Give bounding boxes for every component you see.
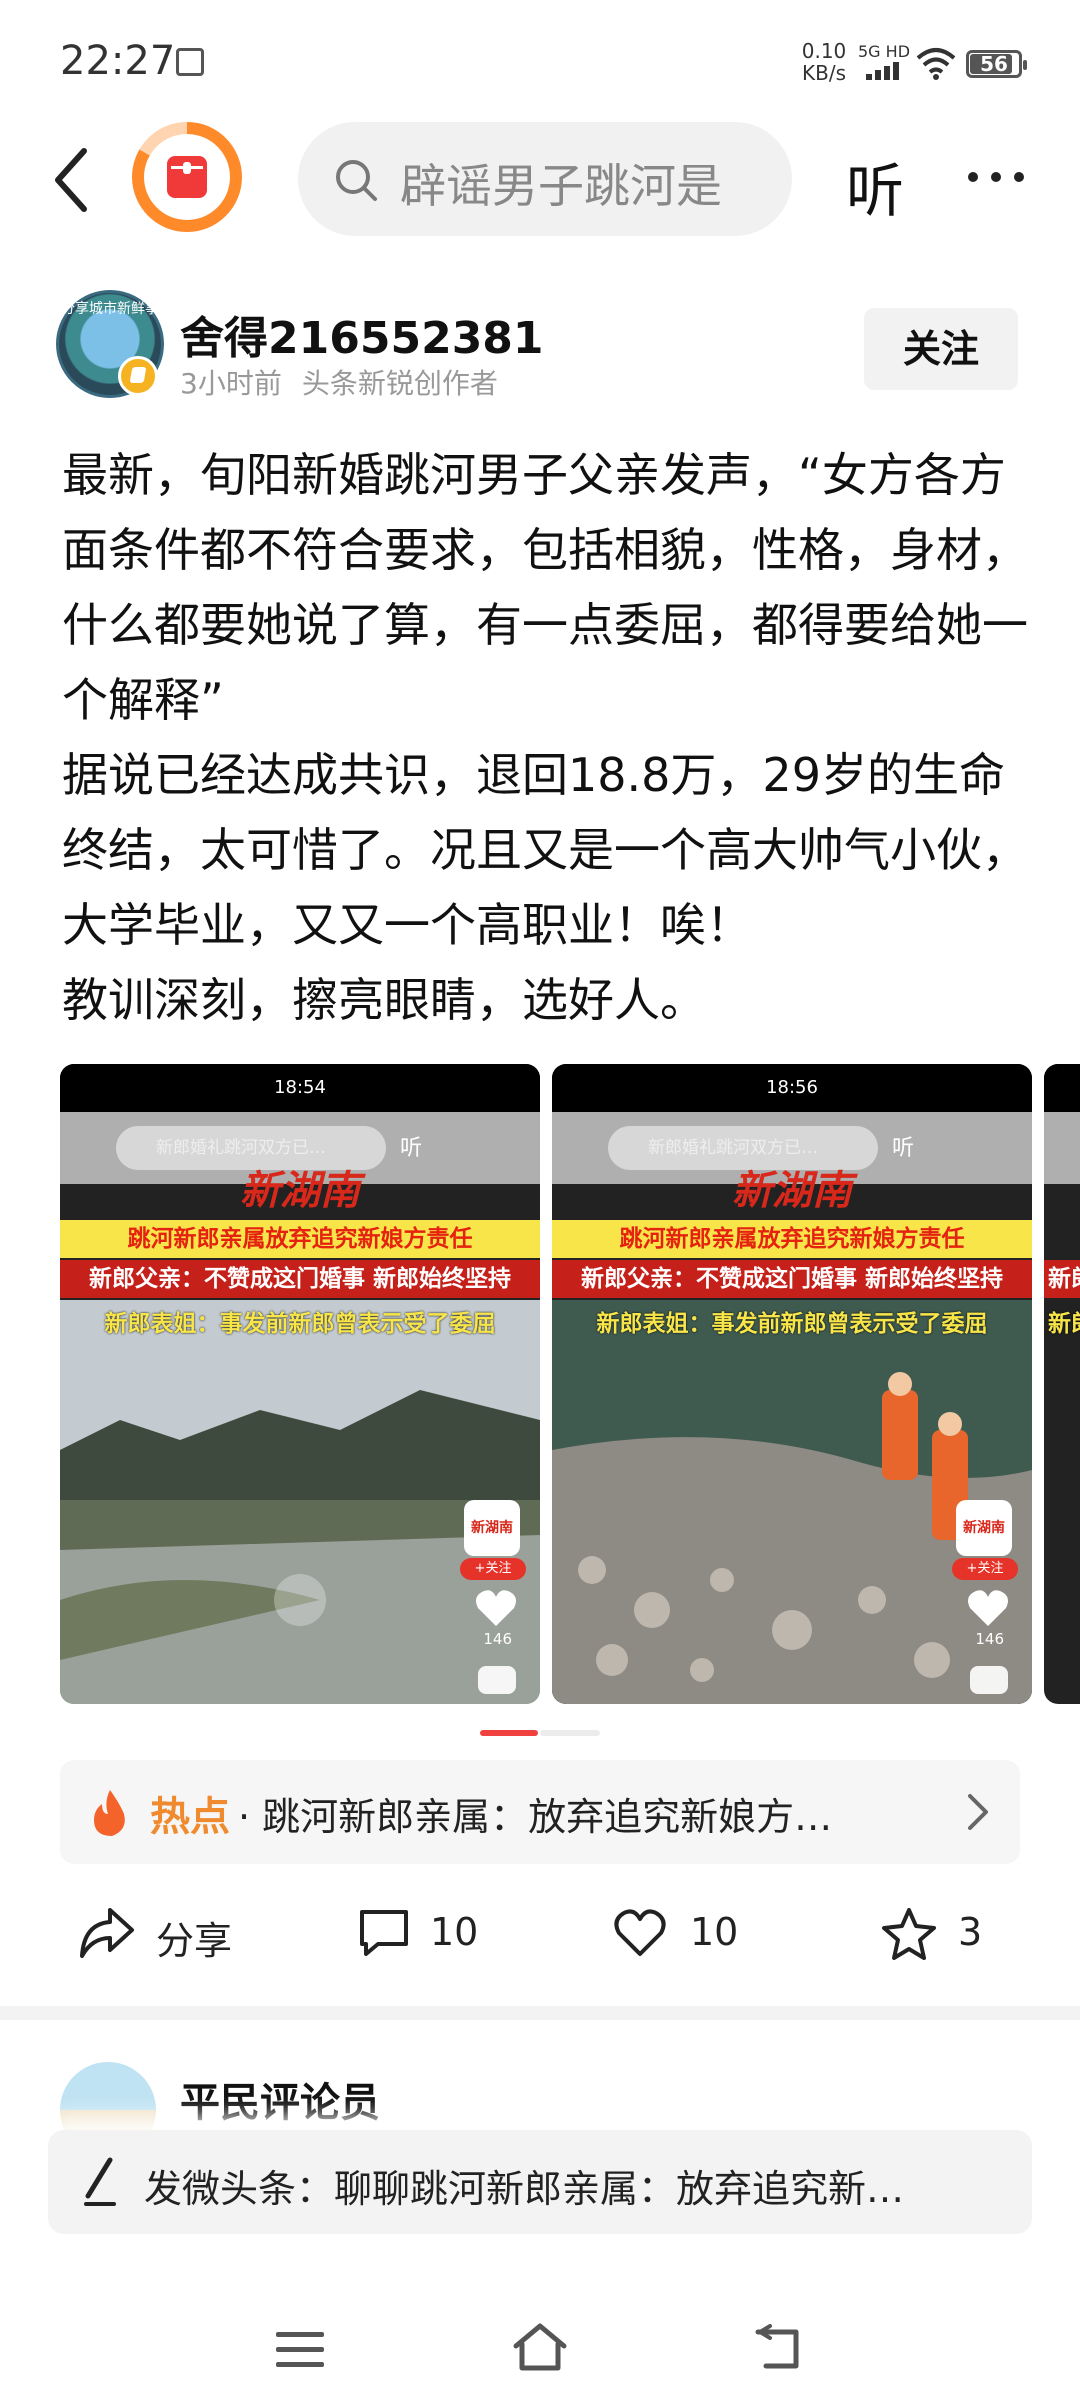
sim-icon bbox=[176, 48, 204, 76]
mini-follow: +关注 bbox=[460, 1558, 526, 1580]
comment-icon bbox=[478, 1666, 516, 1694]
network-speed-unit: KB/s bbox=[802, 61, 846, 85]
like-count: 10 bbox=[690, 1910, 739, 1954]
like-button[interactable]: 10 bbox=[612, 1900, 752, 1970]
network-speed-value: 0.10 bbox=[801, 39, 847, 63]
brand-logo: 新湖南 bbox=[464, 1500, 520, 1556]
verified-badge-icon bbox=[118, 356, 158, 396]
listen-button[interactable]: 听 bbox=[846, 144, 904, 228]
article-body: 最新，旬阳新婚跳河男子父亲发声，“女方各方面条件都不符合要求，包括相貌，性格，身… bbox=[62, 438, 1032, 1038]
red-bag-icon bbox=[167, 156, 207, 198]
heart-icon bbox=[476, 1590, 516, 1626]
share-icon bbox=[80, 1908, 134, 1958]
action-bar: 分享 10 10 3 bbox=[0, 1880, 1080, 1990]
back-arrow-icon[interactable] bbox=[48, 145, 98, 215]
caption-line-1: 跳河新郎亲属放弃追究新娘方责任 bbox=[552, 1220, 1032, 1258]
comment-icon bbox=[360, 1910, 408, 1956]
hot-topic-bar[interactable]: 热点 · 跳河新郎亲属：放弃追究新娘方… bbox=[60, 1760, 1020, 1864]
pager-dot bbox=[540, 1730, 600, 1736]
pen-icon bbox=[84, 2157, 116, 2206]
video-time: 18:54 bbox=[60, 1064, 540, 1112]
article-paragraph: 最新，旬阳新婚跳河男子父亲发声，“女方各方面条件都不符合要求，包括相貌，性格，身… bbox=[62, 448, 1028, 727]
share-label: 分享 bbox=[156, 1919, 233, 1963]
battery-icon: 56 bbox=[966, 50, 1027, 78]
article-paragraph: 教训深刻，擦亮眼睛，选好人。 bbox=[62, 973, 706, 1027]
next-author-name[interactable]: 平民评论员 bbox=[180, 2070, 380, 2128]
search-bar[interactable]: 辟谣男子跳河是 bbox=[298, 122, 792, 236]
caption-line-3: 新郎表姐：事发前新郎曾表示受了委屈 bbox=[104, 1311, 496, 1337]
gallery-image[interactable]: 18:56 新郎婚礼跳河双方已… 听 新湖南 跳河新郎亲属放弃追究新娘方责任 新… bbox=[552, 1064, 1032, 1704]
status-bar: 22:27 0.10 KB/s 5G HD 56 bbox=[0, 0, 1080, 120]
heart-icon bbox=[968, 1590, 1008, 1626]
caption-line-2: 新郎 bbox=[1044, 1260, 1080, 1298]
chevron-right-icon[interactable] bbox=[964, 1792, 992, 1832]
gallery-pager bbox=[480, 1730, 600, 1736]
star-icon bbox=[882, 1908, 936, 1960]
caption-line-3: 新郎 bbox=[1048, 1311, 1080, 1337]
network-speed: 0.10 KB/s bbox=[794, 40, 854, 84]
author-role: 头条新锐创作者 bbox=[301, 367, 498, 400]
image-gallery[interactable]: 18:54 新郎婚礼跳河双方已… 听 新湖南 跳河新郎亲属放弃追究新娘方责任 新… bbox=[60, 1064, 1080, 1704]
system-nav-bar bbox=[0, 2300, 1080, 2408]
menu-icon[interactable] bbox=[276, 2330, 324, 2370]
caption-line-2: 新郎父亲：不赞成这门婚事 新郎始终坚持 bbox=[552, 1260, 1032, 1298]
follow-button[interactable]: 关注 bbox=[864, 308, 1018, 390]
app-logo[interactable] bbox=[132, 122, 242, 232]
brand-logo: 新湖南 bbox=[956, 1500, 1012, 1556]
fire-icon bbox=[94, 1790, 125, 1836]
compose-bar[interactable]: 发微头条：聊聊跳河新郎亲属：放弃追究新… bbox=[48, 2130, 1032, 2234]
search-icon bbox=[336, 160, 377, 201]
more-icon[interactable] bbox=[968, 172, 1024, 184]
author-meta: 3小时前 头条新锐创作者 bbox=[180, 362, 498, 402]
heart-icon bbox=[614, 1909, 666, 1956]
mini-follow: +关注 bbox=[952, 1558, 1018, 1580]
battery-level: 56 bbox=[980, 52, 1008, 76]
video-header bbox=[1044, 1112, 1080, 1184]
favorite-button[interactable]: 3 bbox=[880, 1900, 1010, 1970]
gallery-image[interactable]: 18:54 新郎婚礼跳河双方已… 听 新湖南 跳河新郎亲属放弃追究新娘方责任 新… bbox=[60, 1064, 540, 1704]
video-topbar bbox=[1044, 1064, 1080, 1112]
hot-topic-text[interactable]: · 跳河新郎亲属：放弃追究新娘方… bbox=[238, 1786, 948, 1841]
home-icon[interactable] bbox=[510, 2322, 570, 2374]
wifi-icon bbox=[916, 48, 956, 80]
like-count: 146 bbox=[975, 1630, 1004, 1648]
section-divider bbox=[0, 2006, 1080, 2020]
brand-title: 新湖南 bbox=[732, 1168, 852, 1214]
video-time: 18:56 bbox=[552, 1064, 1032, 1112]
back-icon[interactable] bbox=[752, 2324, 804, 2372]
caption-line-1: 跳河新郎亲属放弃追究新娘方责任 bbox=[60, 1220, 540, 1258]
caption-line-2: 新郎父亲：不赞成这门婚事 新郎始终坚持 bbox=[60, 1260, 540, 1298]
share-button[interactable]: 分享 bbox=[78, 1900, 248, 1970]
signal-icon bbox=[866, 60, 906, 80]
article-paragraph: 据说已经达成共识，退回18.8万，29岁的生命终结，太可惜了。况且又是一个高大帅… bbox=[62, 748, 1028, 952]
network-type: 5G HD bbox=[858, 42, 911, 61]
compose-text[interactable]: 发微头条：聊聊跳河新郎亲属：放弃追究新… bbox=[144, 2158, 1004, 2213]
brand-title: 新湖南 bbox=[240, 1168, 360, 1214]
status-time: 22:27 bbox=[60, 38, 176, 84]
comment-icon bbox=[970, 1666, 1008, 1694]
hot-label: 热点 bbox=[150, 1794, 230, 1840]
pager-dot-active bbox=[480, 1730, 538, 1736]
post-time: 3小时前 bbox=[180, 367, 282, 400]
author-name[interactable]: 舍得216552381 bbox=[180, 302, 544, 366]
search-placeholder[interactable]: 辟谣男子跳河是 bbox=[400, 150, 770, 216]
caption-line-3: 新郎表姐：事发前新郎曾表示受了委屈 bbox=[596, 1311, 988, 1337]
comment-count: 10 bbox=[430, 1910, 479, 1954]
comment-button[interactable]: 10 bbox=[356, 1900, 496, 1970]
avatar-tag: 分享城市新鲜事 bbox=[61, 301, 159, 317]
favorite-count: 3 bbox=[958, 1910, 983, 1954]
gallery-image[interactable]: 新郎 新郎 bbox=[1044, 1064, 1080, 1704]
like-count: 146 bbox=[483, 1630, 512, 1648]
